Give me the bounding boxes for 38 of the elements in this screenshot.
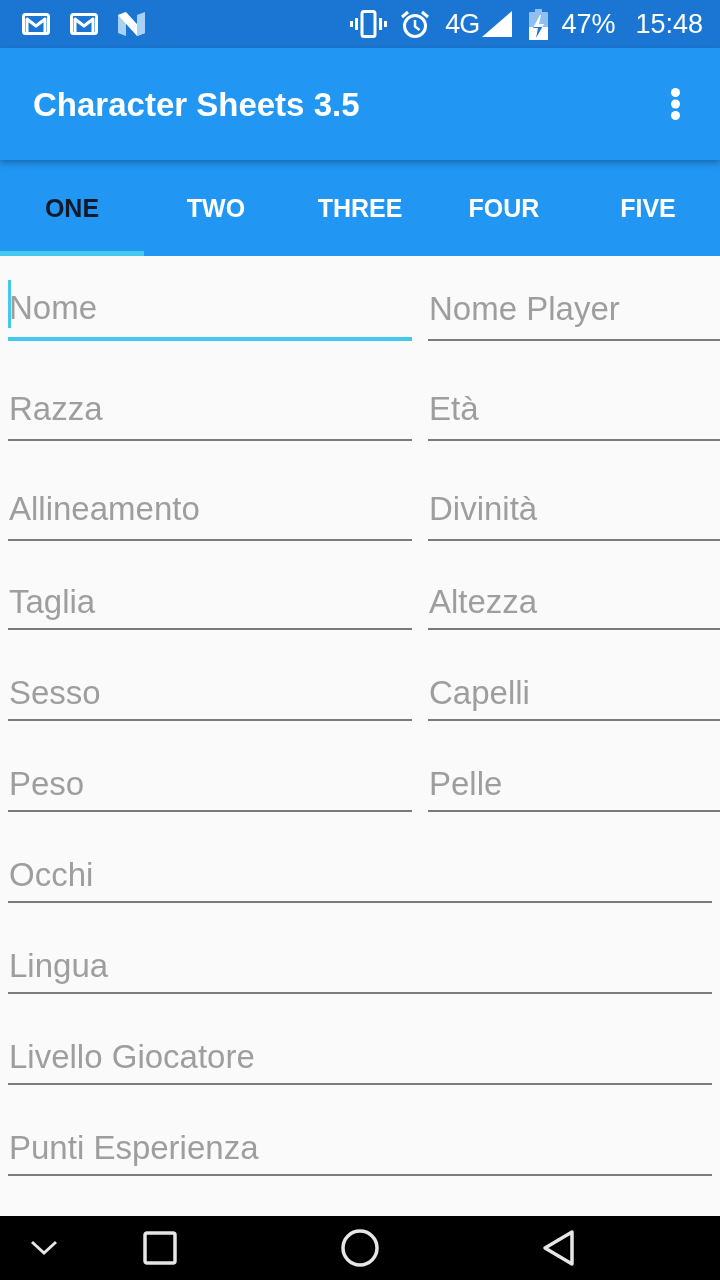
input-field[interactable]: Taglia [8, 576, 412, 630]
input-field[interactable]: Occhi [8, 849, 712, 903]
network-type-label: 4G [445, 9, 480, 39]
tab[interactable]: TWO [144, 160, 288, 256]
input-field[interactable]: Allineamento [8, 479, 412, 541]
battery-percent: 47% [561, 9, 616, 39]
input-field[interactable]: Altezza [428, 576, 720, 630]
input-field[interactable]: Punti Esperienza [8, 1122, 712, 1176]
signal-icon [482, 11, 513, 37]
mail-icon [22, 13, 50, 35]
tab[interactable]: FIVE [576, 160, 720, 256]
tab[interactable]: ONE [0, 160, 144, 256]
tab[interactable]: THREE [288, 160, 432, 256]
tab[interactable]: FOUR [432, 160, 576, 256]
alarm-clock-icon [400, 9, 431, 39]
triangle-left-icon[interactable] [542, 1229, 576, 1267]
chevron-down-icon[interactable] [30, 1240, 58, 1256]
text-cursor-icon [8, 280, 11, 328]
more-options-icon[interactable] [671, 88, 680, 120]
letter-n-icon [117, 11, 146, 37]
input-field[interactable]: Età [428, 379, 720, 441]
mail-icon [70, 13, 98, 35]
input-field[interactable]: Pelle [428, 758, 720, 812]
input-field[interactable]: Lingua [8, 940, 712, 994]
input-field[interactable]: Nome [8, 279, 412, 341]
input-field[interactable]: Sesso [8, 667, 412, 721]
input-field[interactable]: Livello Giocatore [8, 1031, 712, 1085]
vibrate-icon [350, 10, 388, 38]
input-field[interactable]: Capelli [428, 667, 720, 721]
circle-icon[interactable] [341, 1229, 379, 1267]
battery-icon [529, 8, 549, 40]
input-field[interactable]: Peso [8, 758, 412, 812]
app-title: Character Sheets 3.5 [33, 86, 361, 124]
input-field[interactable]: Divinità [428, 479, 720, 541]
square-icon[interactable] [143, 1231, 177, 1265]
input-field[interactable]: Razza [8, 379, 412, 441]
clock-time: 15:48 [635, 9, 703, 39]
input-field[interactable]: Nome Player [428, 279, 720, 341]
